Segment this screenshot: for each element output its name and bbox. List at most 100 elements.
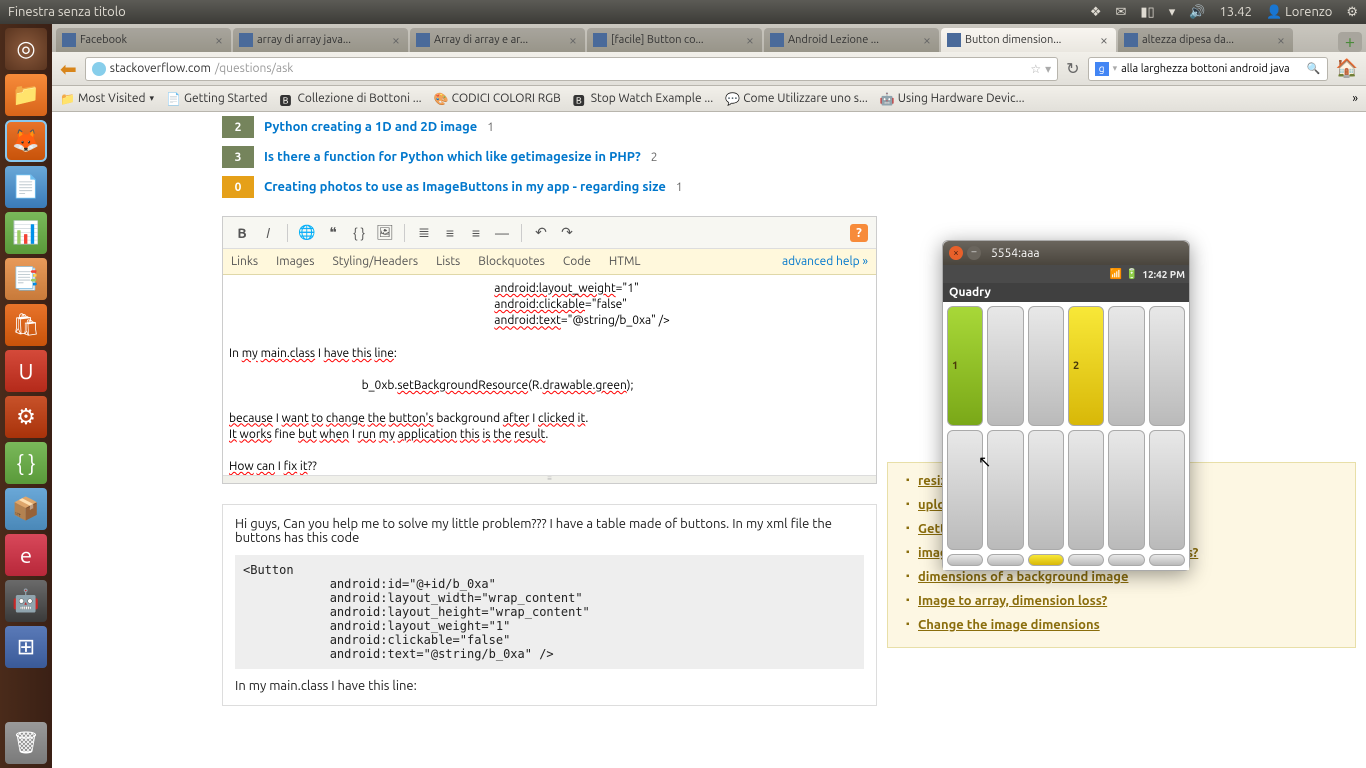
editor-textarea[interactable]: android:layout_weight="1"android:clickab…: [223, 275, 876, 475]
grid-button[interactable]: [1149, 430, 1185, 550]
grid-button[interactable]: [1068, 430, 1104, 550]
grid-button[interactable]: [947, 430, 983, 550]
close-button[interactable]: ×: [949, 246, 963, 260]
bookmark-item[interactable]: 📄Getting Started: [166, 92, 267, 106]
sidebar-link[interactable]: Change the image dimensions: [918, 618, 1100, 632]
related-link[interactable]: Python creating a 1D and 2D image: [264, 120, 477, 134]
browser-tab[interactable]: Android Lezione ...×: [764, 28, 939, 52]
hr-button[interactable]: —: [491, 222, 513, 244]
browser-tab[interactable]: altezza dipesa da...×: [1118, 28, 1293, 52]
grid-button-2[interactable]: 2: [1068, 306, 1104, 426]
android-icon[interactable]: 🤖: [5, 580, 47, 622]
related-link[interactable]: Is there a function for Python which lik…: [264, 150, 641, 164]
bookmark-star-icon[interactable]: ☆: [1030, 62, 1041, 76]
browser-tab[interactable]: [facile] Button co...×: [587, 28, 762, 52]
italic-button[interactable]: I: [257, 222, 279, 244]
help-button[interactable]: ?: [850, 224, 868, 242]
grid-button[interactable]: [987, 554, 1023, 566]
mail-icon[interactable]: ✉: [1116, 5, 1127, 20]
link-button[interactable]: 🌐: [296, 222, 318, 244]
dropdown-icon[interactable]: ▾: [1045, 62, 1051, 76]
dash-home-icon[interactable]: ◎: [5, 28, 47, 70]
grid-button[interactable]: [1108, 554, 1144, 566]
help-tab[interactable]: Code: [563, 255, 591, 268]
bookmark-item[interactable]: 🅱Stop Watch Example ...: [573, 92, 713, 106]
user-menu[interactable]: 👤 Lorenzo: [1266, 5, 1332, 20]
gear-icon[interactable]: ⚙: [1346, 5, 1358, 20]
bold-button[interactable]: B: [231, 222, 253, 244]
reader-icon[interactable]: e: [5, 534, 47, 576]
code-button[interactable]: { }: [348, 222, 370, 244]
sidebar-link[interactable]: Image to array, dimension loss?: [918, 594, 1107, 608]
minimize-button[interactable]: –: [967, 246, 981, 260]
close-tab-icon[interactable]: ×: [213, 34, 225, 46]
battery-icon[interactable]: ▮▯: [1140, 5, 1154, 20]
clock[interactable]: 13.42: [1219, 5, 1252, 19]
redo-button[interactable]: ↷: [556, 222, 578, 244]
bookmarks-overflow-icon[interactable]: »: [1352, 92, 1358, 105]
close-tab-icon[interactable]: ×: [921, 34, 933, 46]
browser-tab[interactable]: Facebook×: [56, 28, 231, 52]
writer-icon[interactable]: 📄: [5, 166, 47, 208]
help-tab[interactable]: HTML: [609, 255, 641, 268]
back-button[interactable]: ⬅: [60, 57, 77, 81]
close-tab-icon[interactable]: ×: [744, 34, 756, 46]
close-tab-icon[interactable]: ×: [390, 34, 402, 46]
close-tab-icon[interactable]: ×: [1098, 34, 1110, 46]
bookmark-item[interactable]: 📁Most Visited ▾: [60, 92, 154, 106]
bookmark-item[interactable]: 🅱Collezione di Bottoni ...: [280, 92, 422, 106]
grid-button[interactable]: [1108, 430, 1144, 550]
grid-button[interactable]: [1028, 306, 1064, 426]
search-input[interactable]: g ▾ alla larghezza bottoni android java …: [1088, 57, 1328, 81]
terminal-icon[interactable]: { }: [5, 442, 47, 484]
ubuntu-one-icon[interactable]: U: [5, 350, 47, 392]
close-tab-icon[interactable]: ×: [1275, 34, 1287, 46]
new-tab-button[interactable]: +: [1338, 32, 1362, 52]
grid-button[interactable]: [1149, 554, 1185, 566]
advanced-help-link[interactable]: advanced help »: [782, 255, 868, 268]
url-input[interactable]: stackoverflow.com/questions/ask ☆ ▾: [85, 57, 1058, 81]
help-tab[interactable]: Lists: [436, 255, 460, 268]
software-center-icon[interactable]: 🛍: [5, 304, 47, 346]
resize-grip[interactable]: ≡: [223, 475, 876, 483]
ulist-button[interactable]: ≡: [439, 222, 461, 244]
files-icon[interactable]: 📁: [5, 74, 47, 116]
olist-button[interactable]: ≣: [413, 222, 435, 244]
related-link[interactable]: Creating photos to use as ImageButtons i…: [264, 180, 666, 194]
home-button[interactable]: 🏠: [1336, 58, 1358, 79]
heading-button[interactable]: ≡: [465, 222, 487, 244]
grid-button[interactable]: [1149, 306, 1185, 426]
dropbox-icon[interactable]: ❖: [1090, 5, 1102, 20]
network-icon[interactable]: ▾: [1169, 5, 1176, 20]
browser-tab[interactable]: Button dimension...×: [941, 28, 1116, 52]
browser-tab[interactable]: array di array java...×: [233, 28, 408, 52]
grid-button[interactable]: [1068, 554, 1104, 566]
grid-button[interactable]: [987, 430, 1023, 550]
grid-button[interactable]: [947, 554, 983, 566]
sidebar-link[interactable]: dimensions of a background image: [918, 570, 1128, 584]
undo-button[interactable]: ↶: [530, 222, 552, 244]
firefox-icon[interactable]: 🦊: [5, 120, 47, 162]
bookmark-item[interactable]: 🎨CODICI COLORI RGB: [434, 92, 561, 106]
grid-button[interactable]: [1028, 430, 1064, 550]
search-icon[interactable]: 🔍: [1307, 62, 1321, 75]
bookmark-item[interactable]: 🤖Using Hardware Devic...: [880, 92, 1025, 106]
emulator-titlebar[interactable]: × – 5554:aaa: [943, 241, 1189, 265]
help-tab[interactable]: Styling/Headers: [333, 255, 419, 268]
settings-icon[interactable]: ⚙: [5, 396, 47, 438]
help-tab[interactable]: Images: [276, 255, 314, 268]
help-tab[interactable]: Links: [231, 255, 258, 268]
calc-icon[interactable]: 📊: [5, 212, 47, 254]
close-tab-icon[interactable]: ×: [567, 34, 579, 46]
reload-button[interactable]: ↻: [1066, 59, 1079, 78]
dropdown-icon[interactable]: ▾: [1113, 63, 1118, 74]
impress-icon[interactable]: 📑: [5, 258, 47, 300]
dropbox-app-icon[interactable]: 📦: [5, 488, 47, 530]
volume-icon[interactable]: 🔊: [1189, 5, 1205, 20]
quote-button[interactable]: ❝: [322, 222, 344, 244]
help-tab[interactable]: Blockquotes: [478, 255, 545, 268]
grid-button[interactable]: [987, 306, 1023, 426]
bookmark-item[interactable]: 💬Come Utilizzare uno s...: [725, 92, 868, 106]
image-button[interactable]: 🖼: [374, 222, 396, 244]
grid-button[interactable]: [1028, 554, 1064, 566]
